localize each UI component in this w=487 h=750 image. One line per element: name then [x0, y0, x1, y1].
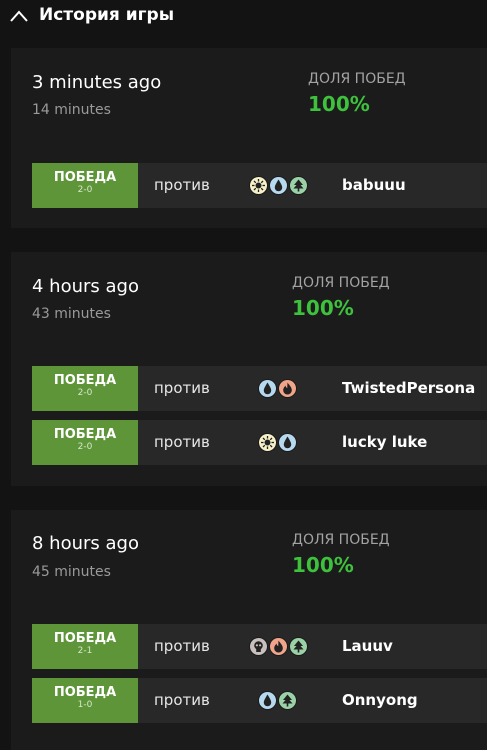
match-row[interactable]: ПОБЕДА 2-0 против TwistedPersona [32, 366, 487, 411]
result-label: ПОБЕДА [53, 170, 117, 185]
sun-mana-icon [249, 176, 268, 195]
session-duration: 43 minutes [32, 306, 111, 322]
water-drop-mana-icon [258, 691, 277, 710]
versus-label: против [154, 637, 210, 655]
match-score: 1-0 [77, 700, 93, 710]
winrate-value: 100% [292, 553, 354, 577]
skull-mana-icon [249, 637, 268, 656]
opponent-name[interactable]: Lauuv [342, 637, 393, 655]
winrate-label: ДОЛЯ ПОБЕД [292, 275, 390, 291]
session-duration: 14 minutes [32, 102, 111, 118]
history-title: История игры [39, 5, 175, 25]
water-drop-mana-icon [258, 379, 277, 398]
session-card: 4 hours ago 43 minutes ДОЛЯ ПОБЕД 100% П… [11, 252, 487, 486]
mana-colors [258, 433, 298, 453]
opponent-name[interactable]: TwistedPersona [342, 379, 475, 397]
result-label: ПОБЕДА [53, 631, 117, 646]
result-label: ПОБЕДА [53, 685, 117, 700]
sun-mana-icon [258, 433, 277, 452]
fire-mana-icon [269, 637, 288, 656]
result-badge: ПОБЕДА 2-0 [32, 420, 138, 465]
versus-label: против [154, 379, 210, 397]
match-row[interactable]: ПОБЕДА 1-0 против Onnyong [32, 678, 487, 723]
tree-mana-icon [289, 176, 308, 195]
match-score: 2-0 [77, 185, 93, 195]
match-score: 2-0 [77, 442, 93, 452]
match-score: 2-1 [77, 646, 93, 656]
tree-mana-icon [289, 637, 308, 656]
mana-colors [249, 176, 309, 196]
opponent-name[interactable]: lucky luke [342, 433, 427, 451]
chevron-up-icon[interactable] [9, 9, 29, 23]
session-time: 8 hours ago [32, 533, 139, 554]
mana-colors [258, 691, 298, 711]
match-row[interactable]: ПОБЕДА 2-0 против lucky luke [32, 420, 487, 465]
result-badge: ПОБЕДА 2-0 [32, 366, 138, 411]
fire-mana-icon [278, 379, 297, 398]
session-time: 4 hours ago [32, 276, 139, 297]
session-card: 3 minutes ago 14 minutes ДОЛЯ ПОБЕД 100%… [11, 48, 487, 228]
result-badge: ПОБЕДА 2-1 [32, 624, 138, 669]
versus-label: против [154, 691, 210, 709]
water-drop-mana-icon [278, 433, 297, 452]
session-time: 3 minutes ago [32, 72, 162, 93]
versus-label: против [154, 433, 210, 451]
match-row[interactable]: ПОБЕДА 2-0 против babuuu [32, 163, 487, 208]
winrate-value: 100% [308, 92, 370, 116]
mana-colors [258, 379, 298, 399]
history-header[interactable]: История игры [0, 0, 487, 34]
water-drop-mana-icon [269, 176, 288, 195]
result-badge: ПОБЕДА 1-0 [32, 678, 138, 723]
winrate-label: ДОЛЯ ПОБЕД [308, 71, 406, 87]
versus-label: против [154, 176, 210, 194]
session-card: 8 hours ago 45 minutes ДОЛЯ ПОБЕД 100% П… [11, 510, 487, 750]
result-label: ПОБЕДА [53, 373, 117, 388]
match-score: 2-0 [77, 388, 93, 398]
opponent-name[interactable]: Onnyong [342, 691, 418, 709]
match-row[interactable]: ПОБЕДА 2-1 против Lauuv [32, 624, 487, 669]
result-badge: ПОБЕДА 2-0 [32, 163, 138, 208]
mana-colors [249, 637, 309, 657]
winrate-value: 100% [292, 296, 354, 320]
session-duration: 45 minutes [32, 564, 111, 580]
winrate-label: ДОЛЯ ПОБЕД [292, 532, 390, 548]
opponent-name[interactable]: babuuu [342, 176, 406, 194]
result-label: ПОБЕДА [53, 427, 117, 442]
tree-mana-icon [278, 691, 297, 710]
